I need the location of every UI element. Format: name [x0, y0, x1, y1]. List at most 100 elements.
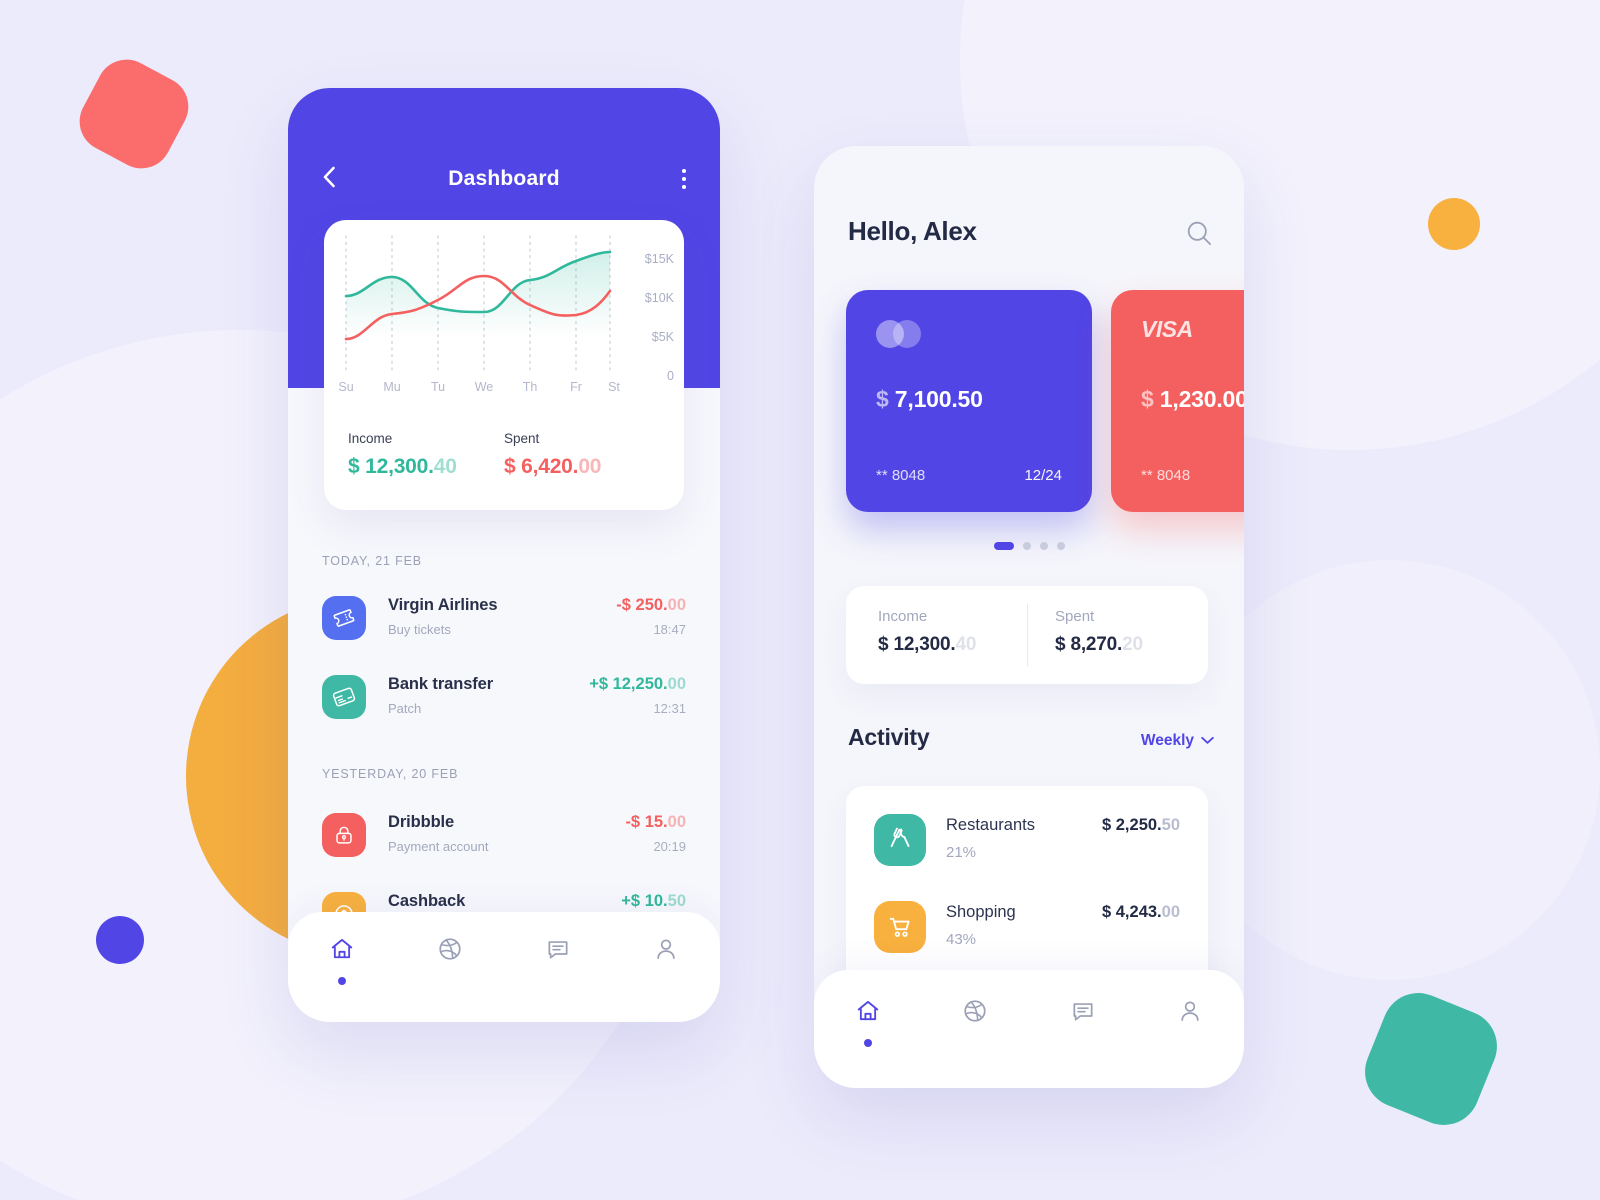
card-balance: $ 1,230.00: [1141, 386, 1244, 413]
line-chart: $15K $10K $5K 0 Su Mu Tu We Th Fr St: [324, 220, 684, 405]
bank-card-visa[interactable]: VISA $ 1,230.00 ** 8048 08/24: [1111, 290, 1244, 512]
x-tick-label: St: [608, 380, 620, 394]
x-tick-label: Tu: [430, 380, 446, 394]
x-tick-label: Mu: [383, 380, 401, 394]
activity-amount-main: $ 4,243.: [1102, 903, 1162, 921]
cart-icon: [874, 901, 926, 953]
transaction-subtitle: Patch: [388, 701, 422, 716]
activity-row[interactable]: Shopping 43% $ 4,243.00: [874, 901, 1180, 955]
kebab-menu-icon[interactable]: [662, 169, 686, 189]
nav-item-profile[interactable]: [612, 936, 720, 967]
x-tick-label: Su: [338, 380, 354, 394]
activity-name: Shopping: [946, 903, 1016, 921]
transaction-subtitle: Buy tickets: [388, 622, 451, 637]
carousel-pagination[interactable]: [814, 542, 1244, 550]
card-currency: $: [1141, 386, 1160, 412]
x-tick-label: Fr: [570, 380, 582, 394]
profile-icon: [653, 936, 679, 967]
summary-income-value: $ 12,300.40: [878, 634, 1027, 656]
transaction-amount-main: +$ 12,250.: [589, 675, 668, 693]
chart-y-axis: $15K $10K $5K 0: [626, 226, 674, 383]
y-tick-label: $10K: [644, 291, 674, 305]
nav-item-profile[interactable]: [1137, 998, 1245, 1029]
y-tick-label: $5K: [651, 330, 674, 344]
total-income-main: $ 12,300.: [348, 455, 434, 478]
chart-card: $15K $10K $5K 0 Su Mu Tu We Th Fr St Inc…: [324, 220, 684, 510]
activity-amount: $ 4,243.00: [1102, 903, 1180, 922]
activity-amount-main: $ 2,250.: [1102, 816, 1162, 834]
transaction-row[interactable]: Virgin Airlines Buy tickets -$ 250.00 18…: [322, 596, 686, 650]
summary-income: Income $ 12,300.40: [846, 586, 1027, 684]
activity-row[interactable]: Restaurants 21% $ 2,250.50: [874, 814, 1180, 868]
total-spent-cents: 00: [578, 455, 602, 478]
summary-spent-value: $ 8,270.20: [1055, 634, 1208, 656]
transaction-name: Virgin Airlines: [388, 596, 498, 614]
background-decorations: [0, 0, 1600, 1200]
nav-item-home[interactable]: [288, 936, 396, 985]
transaction-row[interactable]: Dribbble Payment account -$ 15.00 20:19: [322, 813, 686, 867]
y-tick-label: $15K: [644, 252, 674, 266]
activity-name: Restaurants: [946, 816, 1035, 834]
lock-icon: [322, 813, 366, 857]
card-balance-value: 1,230.00: [1159, 386, 1244, 412]
pagination-dot[interactable]: [1039, 542, 1048, 550]
bank-card-mastercard[interactable]: $ 7,100.50 ** 8048 12/24: [846, 290, 1092, 512]
chat-icon: [545, 936, 571, 967]
card-balance-value: 7,100.50: [894, 386, 983, 412]
activity-percent: 43%: [946, 931, 977, 948]
transaction-row[interactable]: Bank transfer Patch +$ 12,250.00 12:31: [322, 675, 686, 729]
nav-item-chat[interactable]: [1029, 998, 1137, 1029]
total-income-label: Income: [348, 431, 393, 446]
page-title: Dashboard: [448, 167, 560, 190]
summary-income-main: $ 12,300.: [878, 634, 956, 655]
chevron-down-icon: [1201, 732, 1214, 750]
nav-item-home[interactable]: [814, 998, 922, 1047]
credit-card-icon: [322, 675, 366, 719]
transaction-amount: +$ 10.50: [621, 892, 686, 911]
transaction-amount-cents: 00: [667, 675, 686, 693]
summary-spent-main: $ 8,270.: [1055, 634, 1123, 655]
activity-filter-dropdown[interactable]: Weekly: [1141, 732, 1214, 750]
transaction-time: 18:47: [653, 622, 686, 637]
summary-spent: Spent $ 8,270.20: [1027, 586, 1208, 684]
transaction-amount-cents: 00: [667, 596, 686, 614]
dribbble-icon: [437, 936, 463, 967]
transaction-amount-main: +$ 10.: [621, 892, 668, 910]
cutlery-icon: [874, 814, 926, 866]
home-phone: Hello, Alex $ 7,100.50 ** 8048 12/24 VIS…: [814, 146, 1244, 1088]
transaction-name: Cashback: [388, 892, 466, 910]
transaction-amount-cents: 00: [667, 813, 686, 831]
dribbble-icon: [962, 998, 988, 1029]
nav-item-dribbble[interactable]: [396, 936, 504, 967]
chat-icon: [1070, 998, 1096, 1029]
chart-x-axis: Su Mu Tu We Th Fr St: [324, 380, 684, 402]
pagination-dot[interactable]: [1056, 542, 1065, 550]
section-label-today: TODAY, 21 FEB: [322, 554, 422, 568]
x-tick-label: We: [474, 380, 494, 394]
transaction-amount: -$ 15.00: [625, 813, 686, 832]
nav-active-indicator: [338, 977, 346, 985]
home-icon: [329, 936, 355, 967]
activity-amount-cents: 50: [1161, 816, 1180, 834]
pagination-dot[interactable]: [1022, 542, 1031, 550]
transaction-subtitle: Payment account: [388, 839, 489, 854]
activity-filter-label: Weekly: [1140, 732, 1194, 749]
transaction-name: Dribbble: [388, 813, 455, 831]
summary-spent-cents: 20: [1122, 634, 1143, 655]
pagination-dot-active[interactable]: [993, 542, 1014, 550]
visa-logo: VISA: [1141, 316, 1193, 342]
transaction-amount-main: -$ 15.: [625, 813, 668, 831]
dashboard-phone: Dashboard $15K $10K $5K 0 Su Mu Tu We Th…: [288, 88, 720, 1022]
profile-icon: [1177, 998, 1203, 1029]
chevron-left-icon[interactable]: [322, 166, 346, 193]
summary-card: Income $ 12,300.40 Spent $ 8,270.20: [846, 586, 1208, 684]
card-number: ** 8048: [876, 467, 926, 484]
summary-income-cents: 40: [955, 634, 977, 655]
nav-item-chat[interactable]: [504, 936, 612, 967]
nav-item-dribbble[interactable]: [922, 998, 1030, 1029]
activity-title: Activity: [848, 724, 930, 750]
card-currency: $: [876, 386, 895, 412]
search-icon[interactable]: [1184, 218, 1214, 248]
ticket-icon: [322, 596, 366, 640]
transaction-amount-cents: 50: [667, 892, 686, 910]
